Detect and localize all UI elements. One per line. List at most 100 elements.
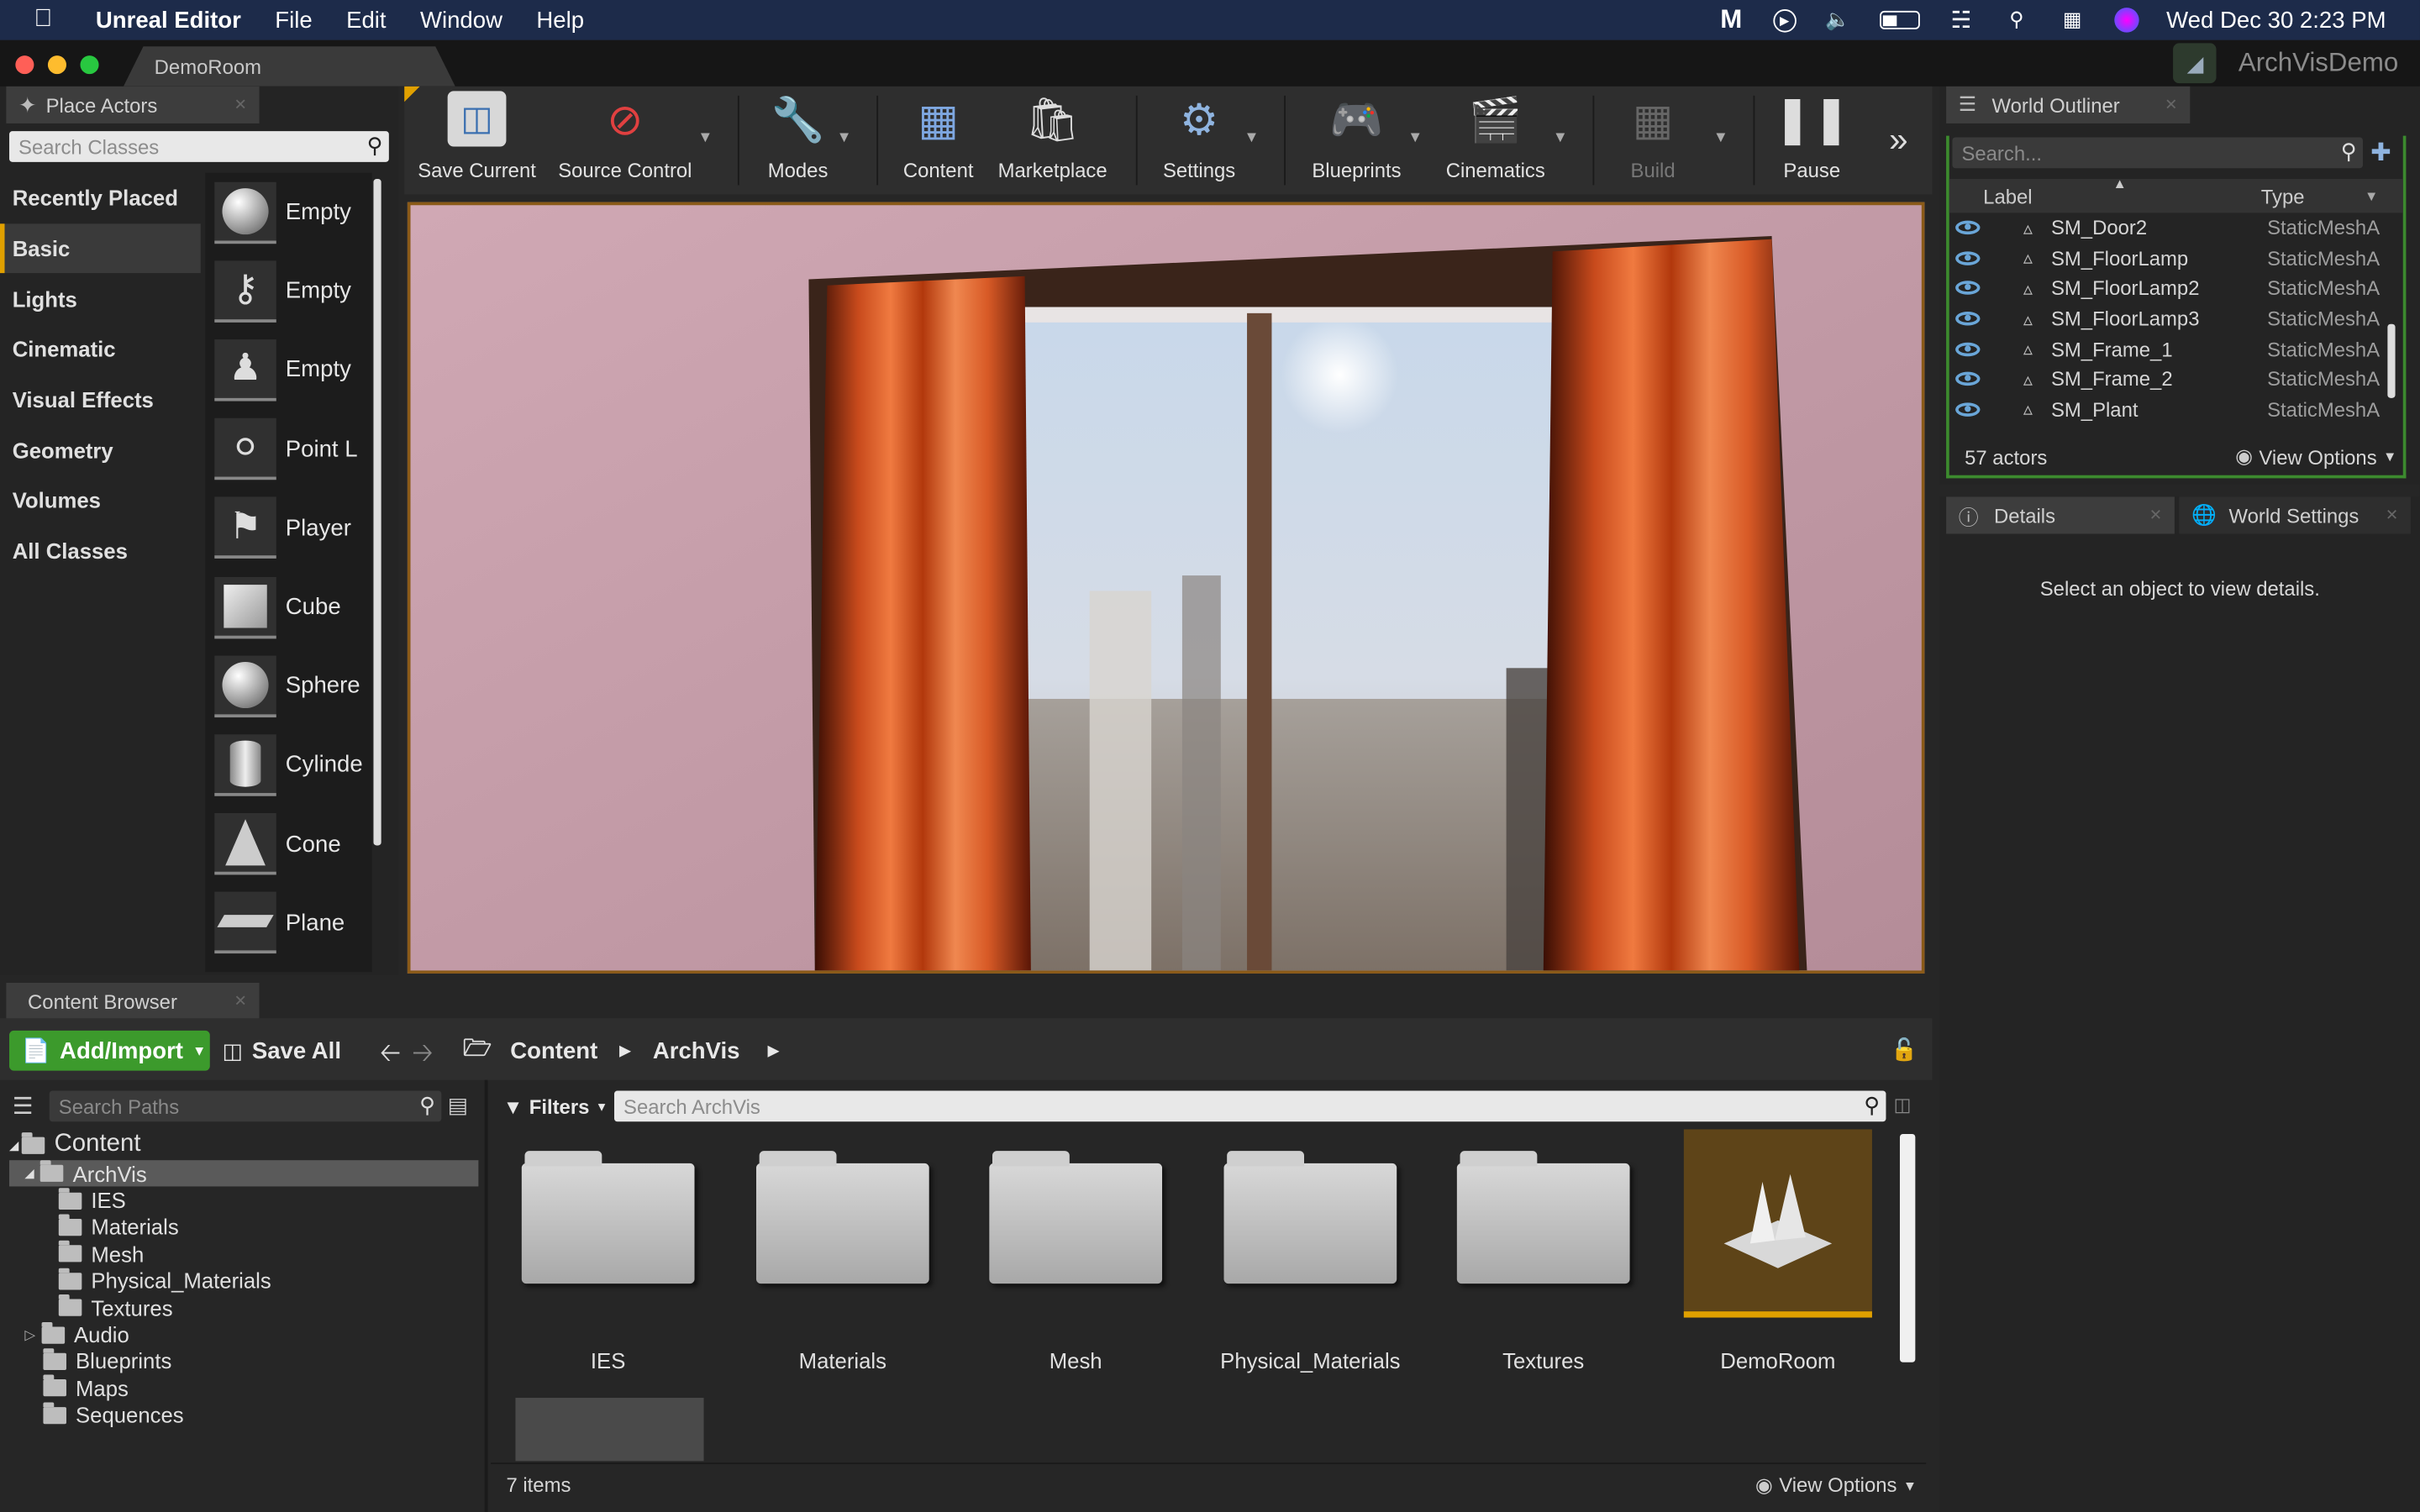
actor-item[interactable]: Plane bbox=[205, 884, 371, 963]
visibility-eye-icon[interactable] bbox=[1955, 251, 1981, 265]
actor-item[interactable]: ⚑ Player bbox=[205, 489, 371, 568]
actor-item[interactable]: Sphere bbox=[205, 647, 371, 726]
tree-node-sequences[interactable]: Sequences bbox=[9, 1402, 478, 1429]
close-tab-icon[interactable]: ✕ bbox=[2386, 507, 2398, 523]
tab-place-actors[interactable]: ✦ Place Actors ✕ bbox=[6, 86, 260, 123]
tab-content-browser[interactable]: Content Browser ✕ bbox=[6, 982, 260, 1021]
build-dropdown-icon[interactable]: ▼ bbox=[1713, 129, 1728, 146]
asset-folder-materials[interactable]: Materials bbox=[734, 1129, 950, 1373]
search-classes-input[interactable]: Search Classes ⚲ bbox=[9, 131, 389, 162]
asset-map-demoroom[interactable]: DemoRoom bbox=[1670, 1129, 1886, 1373]
visibility-eye-icon[interactable] bbox=[1955, 342, 1981, 356]
malwarebytes-icon[interactable]: M bbox=[1718, 5, 1745, 34]
cinematics-button[interactable]: 🎬 Cinematics bbox=[1435, 87, 1555, 195]
actor-item[interactable]: ⚪ Point L bbox=[205, 410, 371, 489]
search-paths-input[interactable]: Search Paths ⚲ bbox=[49, 1090, 442, 1122]
outliner-row[interactable]: ▵ SM_FloorLamp StaticMeshA bbox=[1949, 243, 2403, 273]
window-close-button[interactable] bbox=[15, 55, 34, 75]
visibility-eye-icon[interactable] bbox=[1955, 402, 1981, 417]
category-basic[interactable]: Basic bbox=[0, 223, 201, 274]
menu-window[interactable]: Window bbox=[420, 7, 502, 33]
category-recently-placed[interactable]: Recently Placed bbox=[0, 173, 201, 223]
add-filter-icon[interactable]: ✚ bbox=[2370, 137, 2391, 168]
outliner-row[interactable]: ▵ SM_FloorLamp2 StaticMeshA bbox=[1949, 273, 2403, 303]
outliner-view-options[interactable]: ◉ View Options ▼ bbox=[2235, 444, 2396, 469]
asset-grid-scrollbar[interactable] bbox=[1899, 1133, 1916, 1362]
tree-node-ies[interactable]: IES bbox=[9, 1187, 478, 1214]
column-type-dropdown-icon[interactable]: ▼ bbox=[2365, 188, 2378, 203]
actor-item[interactable]: Cylinde bbox=[205, 726, 371, 805]
close-tab-icon[interactable]: ✕ bbox=[234, 993, 246, 1010]
close-tab-icon[interactable]: ✕ bbox=[2149, 507, 2162, 523]
breadcrumb-separator-icon[interactable]: ▶ bbox=[768, 1042, 780, 1059]
category-cinematic[interactable]: Cinematic bbox=[0, 324, 201, 375]
tab-world-settings[interactable]: 🌐 World Settings ✕ bbox=[2179, 496, 2411, 534]
outliner-search-input[interactable]: Search... ⚲ bbox=[1952, 137, 2363, 169]
battery-icon[interactable] bbox=[1879, 10, 1920, 29]
outliner-row[interactable]: ▵ SM_Door2 StaticMeshA bbox=[1949, 213, 2403, 243]
outliner-scrollbar[interactable] bbox=[2387, 323, 2396, 398]
blueprints-button[interactable]: 🎮 Blueprints bbox=[1300, 87, 1414, 195]
cb-view-options[interactable]: ◉ View Options ▼ bbox=[1755, 1473, 1917, 1497]
actor-item[interactable]: ♟ Empty bbox=[205, 331, 371, 410]
content-button[interactable]: ▦ Content bbox=[892, 87, 985, 195]
settings-dropdown-icon[interactable]: ▼ bbox=[1244, 129, 1259, 146]
build-button[interactable]: ▦ Build bbox=[1608, 87, 1698, 195]
outliner-row[interactable]: ▵ SM_FloorLamp3 StaticMeshA bbox=[1949, 303, 2403, 333]
actor-item[interactable]: Cube bbox=[205, 568, 371, 647]
volume-icon[interactable]: 🔈 bbox=[1823, 6, 1851, 34]
outliner-row[interactable]: ▵ SM_Frame_1 StaticMeshA bbox=[1949, 333, 2403, 364]
tree-node-blueprints[interactable]: Blueprints bbox=[9, 1348, 478, 1375]
pause-button[interactable]: ❚❚ Pause bbox=[1769, 87, 1855, 195]
back-arrow-icon[interactable]: 🡠 bbox=[380, 1034, 401, 1079]
play-icon[interactable]: ▶ bbox=[1772, 8, 1797, 32]
tree-node-textures[interactable]: Textures bbox=[9, 1294, 478, 1321]
tab-world-outliner[interactable]: ☰ World Outliner ✕ bbox=[1946, 86, 2191, 123]
outliner-row[interactable]: ▵ SM_Frame_2 StaticMeshA bbox=[1949, 364, 2403, 394]
menubar-clock[interactable]: Wed Dec 30 2:23 PM bbox=[2166, 7, 2386, 33]
app-name-menu[interactable]: Unreal Editor bbox=[96, 7, 241, 33]
visibility-eye-icon[interactable] bbox=[1955, 312, 1981, 326]
window-minimize-button[interactable] bbox=[47, 55, 66, 75]
actor-item[interactable]: Empty bbox=[205, 173, 371, 252]
settings-button[interactable]: ⚙ Settings bbox=[1149, 87, 1250, 195]
save-all-button[interactable]: ◫ Save All bbox=[222, 1031, 341, 1071]
outliner-row[interactable]: ▵ SM_Plant StaticMeshA bbox=[1949, 394, 2403, 424]
sources-splitter[interactable] bbox=[484, 1079, 488, 1512]
tree-node-maps[interactable]: Maps bbox=[9, 1375, 478, 1402]
add-import-button[interactable]: 📄 Add/Import ▼ bbox=[9, 1030, 210, 1071]
forward-arrow-icon[interactable]: 🡢 bbox=[412, 1034, 433, 1079]
source-control-dropdown-icon[interactable]: ▼ bbox=[697, 129, 713, 146]
breadcrumb-archvis[interactable]: ArchVis bbox=[653, 1037, 740, 1063]
chevron-double-right-icon[interactable]: » bbox=[1889, 120, 1907, 160]
actor-item[interactable]: Cone bbox=[205, 805, 371, 884]
tree-node-materials[interactable]: Materials bbox=[9, 1214, 478, 1241]
column-type[interactable]: Type bbox=[2261, 184, 2305, 207]
blueprints-dropdown-icon[interactable]: ▼ bbox=[1407, 129, 1423, 146]
filters-button[interactable]: ▼ Filters ▼ bbox=[503, 1092, 608, 1120]
siri-icon[interactable] bbox=[2113, 8, 2139, 33]
asset-folder-mesh[interactable]: Mesh bbox=[968, 1129, 1184, 1373]
tree-node-mesh[interactable]: Mesh bbox=[9, 1241, 478, 1268]
cinematics-dropdown-icon[interactable]: ▼ bbox=[1553, 129, 1568, 146]
category-volumes[interactable]: Volumes bbox=[0, 475, 201, 526]
collections-icon[interactable]: ▤ bbox=[448, 1092, 468, 1118]
tree-node-content[interactable]: ◢ Content bbox=[9, 1129, 478, 1160]
category-lights[interactable]: Lights bbox=[0, 274, 201, 324]
menu-file[interactable]: File bbox=[275, 7, 312, 33]
spotlight-icon[interactable]: ⚲ bbox=[2002, 6, 2030, 34]
source-control-button[interactable]: ⊘ Source Control bbox=[553, 87, 698, 195]
apple-icon[interactable]:  bbox=[34, 6, 67, 34]
marketplace-button[interactable]: 🛍 Marketplace bbox=[991, 87, 1114, 195]
actor-list-scrollbar[interactable] bbox=[373, 179, 381, 846]
sources-panel-toggle-icon[interactable]: ☰ bbox=[13, 1092, 34, 1120]
breadcrumb-separator-icon[interactable]: ▶ bbox=[619, 1042, 631, 1059]
close-tab-icon[interactable]: ✕ bbox=[2165, 97, 2177, 113]
lock-icon[interactable]: 🔓 bbox=[1891, 1037, 1918, 1063]
breadcrumb-content[interactable]: Content bbox=[510, 1037, 597, 1063]
category-geometry[interactable]: Geometry bbox=[0, 425, 201, 475]
save-search-icon[interactable]: ◫ bbox=[1894, 1094, 1912, 1116]
window-zoom-button[interactable] bbox=[80, 55, 99, 75]
asset-folder-ies[interactable]: IES bbox=[500, 1129, 716, 1373]
tree-node-archvis[interactable]: ◢ ArchVis bbox=[9, 1160, 479, 1188]
